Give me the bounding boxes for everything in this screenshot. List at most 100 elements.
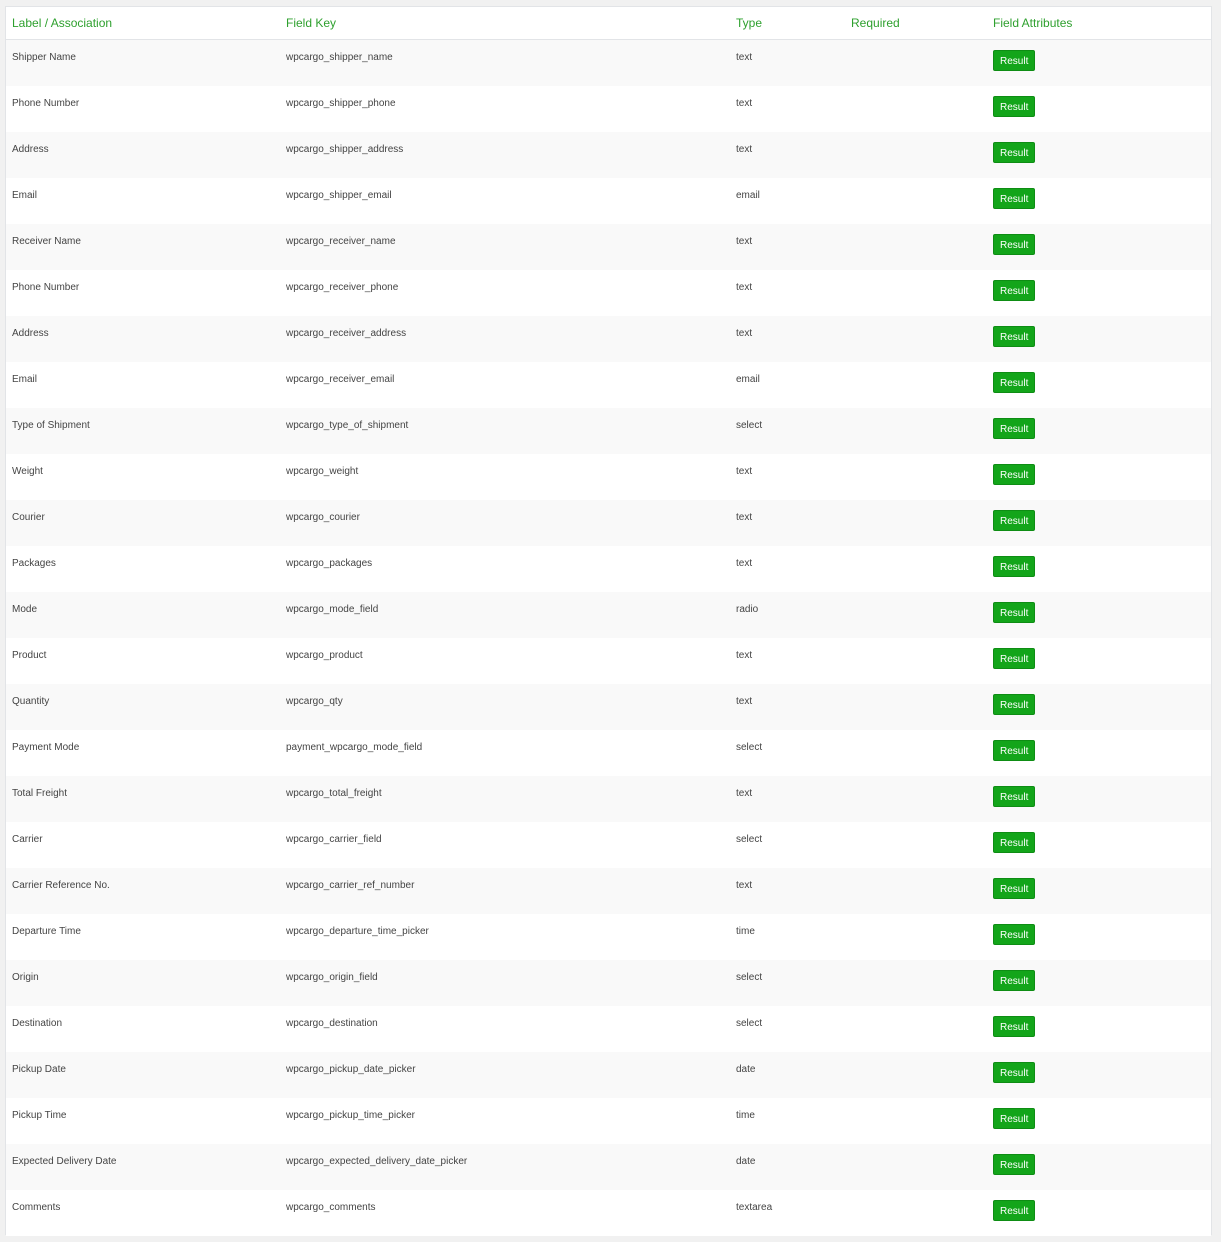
type-cell: select <box>730 730 845 776</box>
field-key: wpcargo_destination <box>286 1017 378 1029</box>
field-required <box>851 178 987 190</box>
required-cell <box>845 132 987 178</box>
result-button[interactable]: Result <box>993 417 1036 439</box>
result-button[interactable]: Result <box>993 95 1036 117</box>
type-cell: radio <box>730 592 845 638</box>
result-button[interactable]: Result <box>993 325 1036 347</box>
field-key-cell: wpcargo_comments <box>280 1190 730 1236</box>
field-type: text <box>736 52 753 63</box>
result-button[interactable]: Result <box>993 463 1036 485</box>
field-key: wpcargo_total_freight <box>286 787 382 799</box>
attributes-cell: Result <box>987 592 1211 638</box>
field-label: Carrier Reference No. <box>12 879 110 891</box>
field-key-cell: wpcargo_shipper_phone <box>280 86 730 132</box>
table-row: Departure Time wpcargo_departure_time_pic… <box>6 913 1211 960</box>
required-cell <box>845 1144 987 1190</box>
field-key: wpcargo_type_of_shipment <box>286 419 409 431</box>
result-button[interactable]: Result <box>993 1199 1036 1221</box>
result-button[interactable]: Result <box>993 877 1036 899</box>
attributes-cell: Result <box>987 1144 1211 1190</box>
result-button[interactable]: Result <box>993 923 1036 945</box>
type-cell: text <box>730 500 845 546</box>
field-key: wpcargo_qty <box>286 695 343 707</box>
result-button[interactable]: Result <box>993 693 1036 715</box>
label-cell: Packages <box>6 546 280 592</box>
result-button[interactable]: Result <box>993 555 1036 577</box>
required-cell <box>845 316 987 362</box>
result-button[interactable]: Result <box>993 509 1036 531</box>
result-button[interactable]: Result <box>993 233 1036 255</box>
result-button[interactable]: Result <box>993 785 1036 807</box>
result-button[interactable]: Result <box>993 601 1036 623</box>
field-required <box>851 1052 987 1064</box>
table-row: Total Freight wpcargo_total_freight text Re… <box>6 775 1211 822</box>
type-cell: date <box>730 1144 845 1190</box>
field-key-cell: wpcargo_shipper_address <box>280 132 730 178</box>
field-type: select <box>736 833 763 845</box>
attributes-cell: Result <box>987 408 1211 454</box>
field-label: Type of Shipment <box>12 419 90 431</box>
label-cell: Departure Time <box>6 914 280 960</box>
field-key: wpcargo_product <box>286 649 363 661</box>
type-cell: text <box>730 546 845 592</box>
label-cell: Origin <box>6 960 280 1006</box>
field-label: Packages <box>12 557 56 569</box>
field-key: wpcargo_packages <box>286 557 373 569</box>
table-row: Comments wpcargo_comments textarea Result <box>6 1189 1211 1236</box>
field-label: Expected Delivery Date <box>12 1155 117 1167</box>
type-cell: time <box>730 1098 845 1144</box>
field-key: wpcargo_receiver_address <box>286 327 407 339</box>
result-button[interactable]: Result <box>993 647 1036 669</box>
attributes-cell: Result <box>987 224 1211 270</box>
field-label: Carrier <box>12 833 43 845</box>
required-cell <box>845 500 987 546</box>
field-key: wpcargo_receiver_phone <box>286 281 399 293</box>
label-cell: Comments <box>6 1190 280 1236</box>
field-required <box>851 1006 987 1018</box>
field-type: select <box>736 971 763 983</box>
result-button[interactable]: Result <box>993 831 1036 853</box>
field-type: select <box>736 741 763 753</box>
field-type: text <box>736 695 753 707</box>
field-required <box>851 822 987 834</box>
field-key-cell: wpcargo_courier <box>280 500 730 546</box>
field-key-cell: wpcargo_pickup_time_picker <box>280 1098 730 1144</box>
result-button[interactable]: Result <box>993 279 1036 301</box>
label-cell: Type of Shipment <box>6 408 280 454</box>
field-key-cell: wpcargo_packages <box>280 546 730 592</box>
field-type: email <box>736 373 760 385</box>
field-label: Payment Mode <box>12 741 80 753</box>
table-row: Phone Number wpcargo_shipper_phone text Res… <box>6 85 1211 132</box>
field-label: Receiver Name <box>12 235 81 247</box>
field-key: wpcargo_expected_delivery_date_picker <box>286 1155 468 1167</box>
field-key-cell: wpcargo_receiver_name <box>280 224 730 270</box>
result-button[interactable]: Result <box>993 1153 1036 1175</box>
field-key-cell: wpcargo_destination <box>280 1006 730 1052</box>
field-required <box>851 960 987 972</box>
table-row: Mode wpcargo_mode_field radio Result <box>6 591 1211 638</box>
required-cell <box>845 86 987 132</box>
result-button[interactable]: Result <box>993 50 1036 71</box>
attributes-cell: Result <box>987 500 1211 546</box>
field-required <box>851 1098 987 1110</box>
field-type: date <box>736 1155 756 1167</box>
result-button[interactable]: Result <box>993 141 1036 163</box>
result-button[interactable]: Result <box>993 1015 1036 1037</box>
column-header-field-attributes: Field Attributes <box>987 7 1211 40</box>
result-button[interactable]: Result <box>993 969 1036 991</box>
result-button[interactable]: Result <box>993 739 1036 761</box>
result-button[interactable]: Result <box>993 1061 1036 1083</box>
result-button[interactable]: Result <box>993 1107 1036 1129</box>
field-label: Shipper Name <box>12 52 76 63</box>
field-required <box>851 454 987 466</box>
field-key-cell: wpcargo_weight <box>280 454 730 500</box>
attributes-cell: Result <box>987 822 1211 868</box>
result-button[interactable]: Result <box>993 187 1036 209</box>
field-required <box>851 730 987 742</box>
required-cell <box>845 822 987 868</box>
column-header-type: Type <box>730 7 845 40</box>
table-row: Courier wpcargo_courier text Result <box>6 499 1211 546</box>
field-key-cell: wpcargo_receiver_address <box>280 316 730 362</box>
result-button[interactable]: Result <box>993 371 1036 393</box>
field-key: wpcargo_pickup_time_picker <box>286 1109 415 1121</box>
